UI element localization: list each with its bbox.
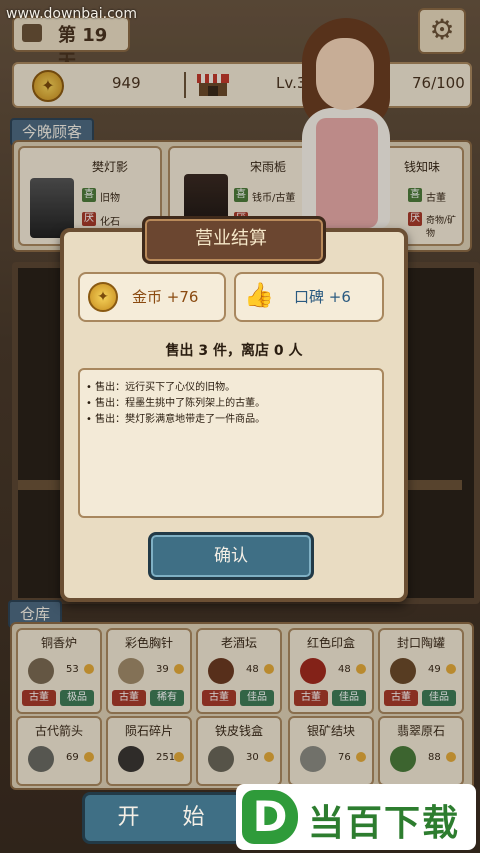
logo-text: 当百下载 [308, 803, 461, 844]
site-logo: D 当百下载 [236, 784, 476, 850]
reputation-reward-label: 口碑 +6 [294, 288, 351, 306]
reputation-reward-card: 👍 口碑 +6 [234, 272, 384, 322]
start-button[interactable]: 开 始 [82, 792, 258, 844]
gold-reward-label: 金币 +76 [132, 288, 199, 306]
coin-icon: ✦ [88, 282, 118, 312]
sales-summary: 售出 3 件，离店 0 人 [165, 343, 303, 359]
watermark-url: www.downbai.com [6, 6, 137, 22]
confirm-button[interactable]: 确认 [148, 532, 314, 580]
log-line: • 售出：樊灯影满意地带走了一件商品。 [86, 414, 266, 425]
log-line: • 售出：程墨生挑中了陈列架上的古董。 [86, 398, 266, 409]
modal-title: 营业结算 [195, 228, 267, 249]
log-line: • 售出：远行买下了心仪的旧物。 [86, 382, 236, 393]
sales-log: • 售出：远行买下了心仪的旧物。 • 售出：程墨生挑中了陈列架上的古董。 • 售… [78, 368, 384, 518]
gold-reward-card: ✦ 金币 +76 [78, 272, 226, 322]
logo-letter: D [242, 790, 298, 844]
thumbs-up-icon: 👍 [244, 281, 274, 309]
